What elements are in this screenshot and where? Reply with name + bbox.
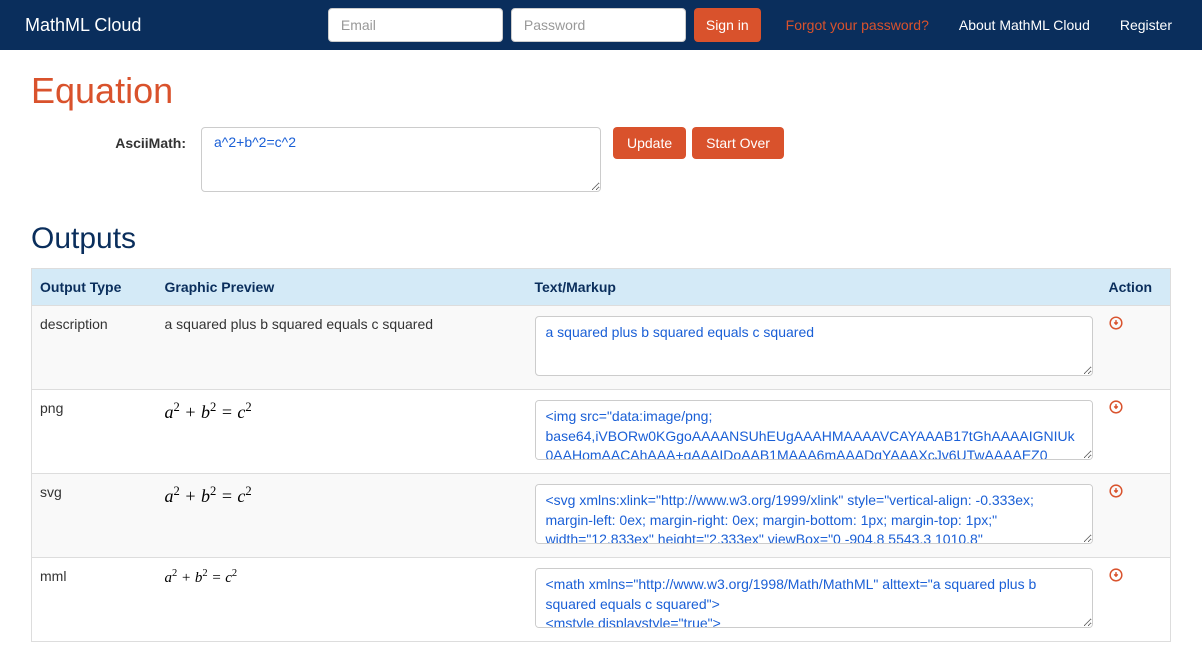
email-field[interactable] [328,8,503,42]
action-cell [1101,474,1171,558]
table-row: svg a2 + b2 = c2 [32,474,1171,558]
main-container: Equation AsciiMath: Update Start Over Ou… [16,50,1186,662]
header-graphic-preview: Graphic Preview [157,269,527,306]
asciimath-input[interactable] [201,127,601,192]
action-cell [1101,558,1171,642]
markup-cell [527,474,1101,558]
equation-preview-png: a2 + b2 = c2 [165,402,252,422]
header-text-markup: Text/Markup [527,269,1101,306]
action-cell [1101,390,1171,474]
equation-form-row: AsciiMath: Update Start Over [31,127,1171,192]
table-header-row: Output Type Graphic Preview Text/Markup … [32,269,1171,306]
header-action: Action [1101,269,1171,306]
signin-button[interactable]: Sign in [694,8,761,42]
outputs-title: Outputs [31,222,1171,256]
markup-textarea-description[interactable] [535,316,1093,376]
preview-cell-png: a2 + b2 = c2 [157,390,527,474]
preview-cell-svg: a2 + b2 = c2 [157,474,527,558]
download-icon[interactable] [1109,568,1123,587]
asciimath-label: AsciiMath: [31,127,201,151]
table-row: mml a2 + b2 = c2 [32,558,1171,642]
register-link[interactable]: Register [1105,17,1187,33]
table-row: description a squared plus b squared equ… [32,306,1171,390]
markup-cell [527,306,1101,390]
preview-cell-description: a squared plus b squared equals c square… [157,306,527,390]
equation-preview-mml: a2 + b2 = c2 [165,570,238,586]
about-link[interactable]: About MathML Cloud [944,17,1105,33]
update-button[interactable]: Update [613,127,686,159]
output-type-cell: description [32,306,157,390]
download-icon[interactable] [1109,484,1123,503]
markup-textarea-svg[interactable] [535,484,1093,544]
outputs-table: Output Type Graphic Preview Text/Markup … [31,268,1171,642]
equation-buttons: Update Start Over [613,127,784,159]
top-navbar: MathML Cloud Sign in Forgot your passwor… [0,0,1202,50]
header-output-type: Output Type [32,269,157,306]
action-cell [1101,306,1171,390]
forgot-password-link[interactable]: Forgot your password? [771,17,944,33]
output-type-cell: mml [32,558,157,642]
markup-textarea-png[interactable] [535,400,1093,460]
preview-cell-mml: a2 + b2 = c2 [157,558,527,642]
markup-cell [527,558,1101,642]
download-icon[interactable] [1109,400,1123,419]
download-icon[interactable] [1109,316,1123,335]
password-field[interactable] [511,8,686,42]
output-type-cell: svg [32,474,157,558]
page-title: Equation [31,70,1171,112]
brand-title: MathML Cloud [15,15,141,36]
startover-button[interactable]: Start Over [692,127,784,159]
markup-cell [527,390,1101,474]
signin-form: Sign in [328,8,761,42]
table-row: png a2 + b2 = c2 [32,390,1171,474]
equation-preview-svg: a2 + b2 = c2 [165,486,252,506]
output-type-cell: png [32,390,157,474]
markup-textarea-mml[interactable] [535,568,1093,628]
